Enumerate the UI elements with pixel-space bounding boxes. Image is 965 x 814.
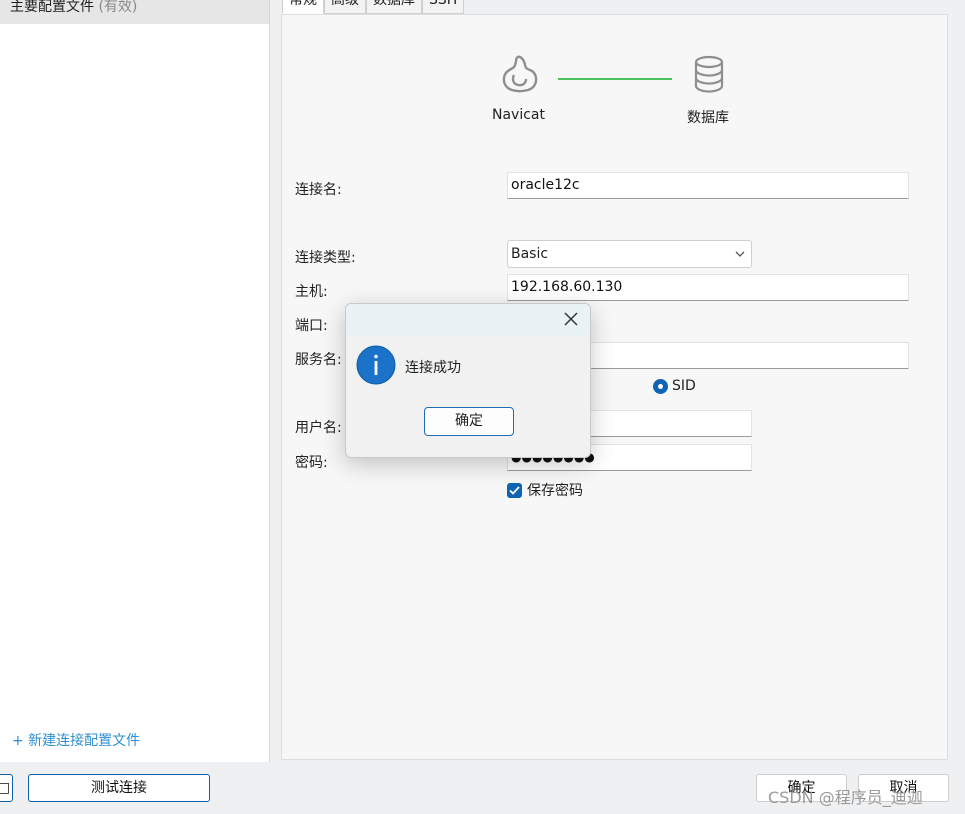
connection-diagram: Navicat 数据库	[282, 15, 947, 145]
host-input[interactable]: 192.168.60.130	[507, 274, 909, 301]
database-label: 数据库	[687, 110, 729, 126]
service-name-label: 服务名:	[295, 352, 342, 368]
connection-type-value: Basic	[511, 246, 549, 262]
radio-selected-icon	[653, 378, 668, 394]
connection-success-dialog: 连接成功 确定	[345, 303, 591, 458]
connection-name-label: 连接名:	[295, 182, 342, 198]
save-password-label: 保存密码	[527, 483, 583, 499]
save-password-checkbox[interactable]: 保存密码	[507, 480, 583, 500]
connection-line	[558, 78, 672, 80]
navicat-label: Navicat	[492, 107, 545, 123]
chevron-down-icon	[735, 251, 745, 257]
new-profile-link[interactable]: + 新建连接配置文件	[12, 730, 140, 750]
info-icon	[356, 345, 396, 385]
tab-general[interactable]: 常规	[282, 0, 324, 14]
test-connection-button[interactable]: 测试连接	[28, 774, 210, 802]
tab-advanced[interactable]: 高级	[324, 0, 366, 14]
dialog-ok-button[interactable]: 确定	[424, 407, 514, 436]
database-icon	[694, 55, 724, 93]
tab-ssh[interactable]: SSH	[422, 0, 465, 14]
connection-name-input[interactable]: oracle12c	[507, 172, 909, 199]
dialog-titlebar	[346, 304, 590, 336]
left-edge-button[interactable]: □	[0, 774, 13, 802]
profile-status: (有效)	[98, 0, 138, 15]
port-label: 端口:	[295, 318, 328, 334]
navicat-logo-icon	[502, 55, 538, 93]
dialog-message: 连接成功	[405, 360, 461, 376]
tab-database[interactable]: 数据库	[366, 0, 422, 14]
connection-type-select[interactable]: Basic	[507, 240, 752, 268]
sid-radio[interactable]: SID	[653, 378, 696, 394]
profile-item-main[interactable]: 主要配置文件 (有效)	[0, 0, 269, 24]
csdn-watermark: CSDN @程序员_迪迦	[768, 788, 923, 807]
profile-name: 主要配置文件	[10, 0, 94, 15]
host-label: 主机:	[295, 284, 328, 300]
connection-type-label: 连接类型:	[295, 250, 356, 266]
username-label: 用户名:	[295, 420, 342, 436]
close-icon[interactable]	[564, 312, 578, 326]
checkmark-icon	[507, 482, 522, 498]
password-label: 密码:	[295, 455, 328, 471]
tab-bar: 常规 高级 数据库 SSH	[282, 0, 465, 14]
profile-sidebar: 主要配置文件 (有效) + 新建连接配置文件	[0, 0, 270, 762]
sid-radio-label: SID	[672, 378, 696, 394]
